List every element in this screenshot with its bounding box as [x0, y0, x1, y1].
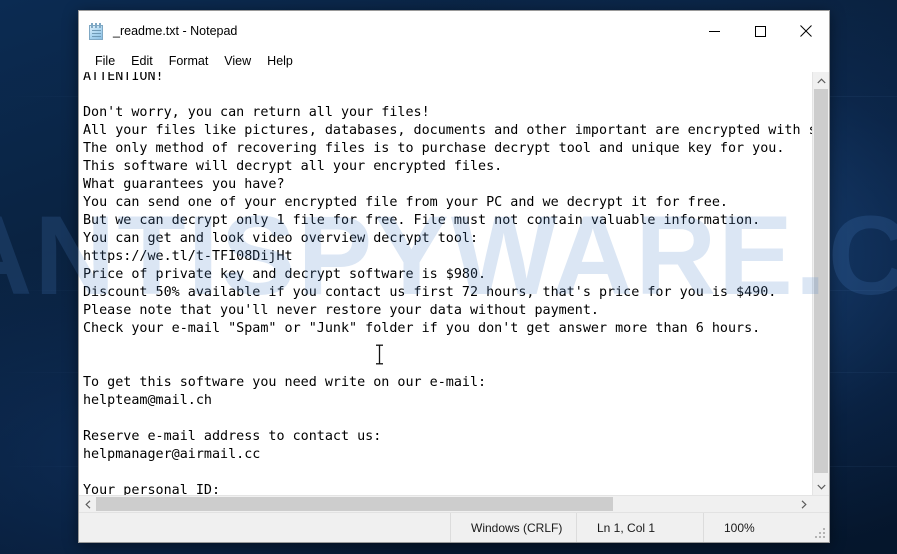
vertical-scroll-track[interactable]	[813, 89, 829, 478]
minimize-button[interactable]	[691, 11, 737, 51]
menu-item-edit[interactable]: Edit	[123, 51, 161, 72]
vertical-scrollbar[interactable]	[812, 72, 829, 495]
menu-item-view[interactable]: View	[216, 51, 259, 72]
horizontal-scrollbar[interactable]	[79, 495, 829, 512]
status-cursor-position: Ln 1, Col 1	[576, 513, 703, 542]
resize-grip[interactable]	[814, 527, 826, 539]
text-editor[interactable]: ATTENTION! Don't worry, you can return a…	[79, 72, 812, 495]
chevron-down-icon	[816, 484, 826, 490]
chevron-left-icon	[84, 499, 90, 509]
document-text: ATTENTION! Don't worry, you can return a…	[83, 72, 812, 495]
status-bar: Windows (CRLF) Ln 1, Col 1 100%	[79, 512, 829, 542]
close-icon	[800, 25, 812, 37]
menu-item-help[interactable]: Help	[259, 51, 301, 72]
horizontal-scroll-thumb[interactable]	[96, 497, 613, 511]
notepad-icon	[88, 22, 105, 40]
horizontal-scroll-track[interactable]	[96, 496, 795, 512]
status-encoding: Windows (CRLF)	[450, 513, 576, 542]
menu-item-file[interactable]: File	[87, 51, 123, 72]
scroll-right-button[interactable]	[795, 496, 812, 512]
scroll-down-button[interactable]	[813, 478, 829, 495]
window-title: _readme.txt - Notepad	[113, 24, 238, 38]
maximize-button[interactable]	[737, 11, 783, 51]
status-zoom-level: 100%	[703, 513, 829, 542]
maximize-icon	[754, 25, 766, 37]
close-button[interactable]	[783, 11, 829, 51]
scrollbar-corner	[812, 496, 829, 512]
menu-item-format[interactable]: Format	[161, 51, 217, 72]
chevron-up-icon	[816, 77, 826, 83]
vertical-scroll-thumb[interactable]	[814, 89, 828, 473]
scroll-left-button[interactable]	[79, 496, 96, 512]
chevron-right-icon	[801, 499, 807, 509]
editor-region: ATTENTION! Don't worry, you can return a…	[79, 72, 829, 495]
scroll-up-button[interactable]	[813, 72, 829, 89]
title-bar[interactable]: _readme.txt - Notepad	[79, 11, 829, 51]
minimize-icon	[708, 30, 720, 32]
status-bar-spacer	[79, 513, 450, 542]
menu-bar: File Edit Format View Help	[79, 51, 829, 72]
notepad-window: _readme.txt - Notepad File Edit Format V…	[78, 10, 830, 543]
